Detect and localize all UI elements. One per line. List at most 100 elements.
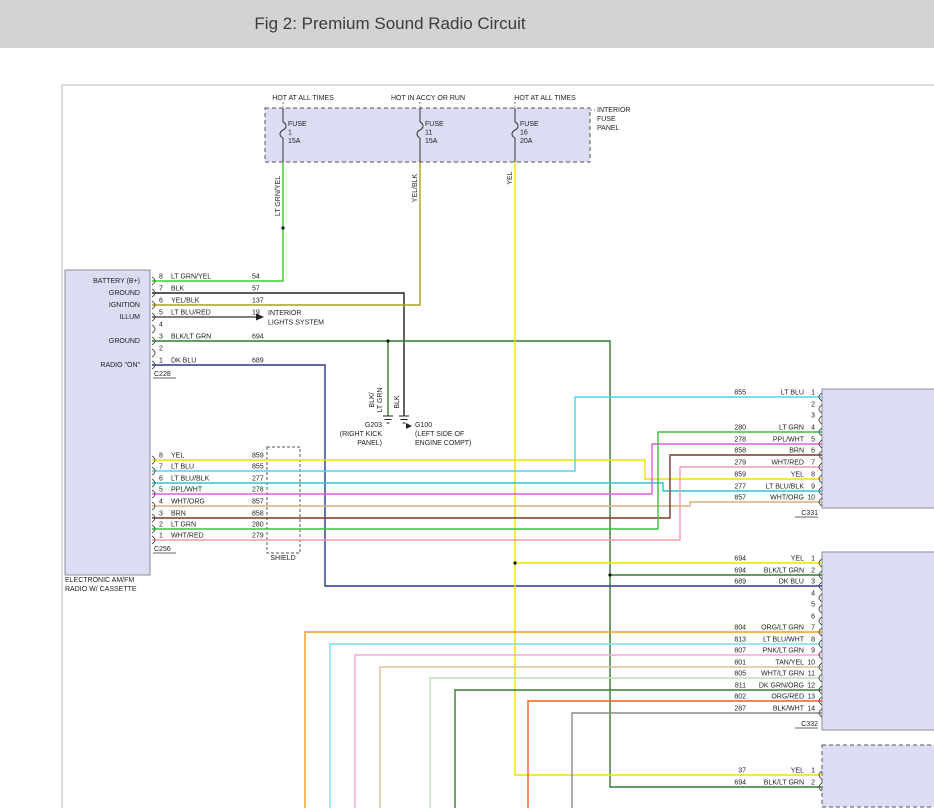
circuit-number: 859: [734, 472, 746, 479]
circuit-number: 694: [734, 568, 746, 575]
wire: [330, 644, 822, 808]
pin-function-label: GROUND: [109, 338, 140, 345]
wire-color-label: BRN: [171, 511, 186, 518]
wire-color-label: PNK/LT GRN: [763, 648, 804, 655]
vertical-wire-label: LT GRN/YEL: [275, 176, 282, 216]
fuse-rating: 15A: [288, 138, 301, 145]
wire-color-label: WHT/ORG: [770, 495, 804, 502]
pin-number: 2: [811, 780, 815, 787]
pin-number: 6: [159, 476, 163, 483]
pin-number: 4: [159, 499, 163, 506]
pin-number: 7: [159, 286, 163, 293]
circuit-number: 802: [734, 694, 746, 701]
pin-number: 10: [807, 660, 815, 667]
wire-color-label: LT BLU/WHT: [763, 637, 805, 644]
circuit-number: 689: [252, 358, 264, 365]
fuse-name: FUSE: [520, 121, 539, 128]
location-arrow-icon: [406, 423, 412, 429]
pin-number: 1: [159, 533, 163, 540]
circuit-number: 279: [252, 533, 264, 540]
pin-number: 1: [159, 358, 163, 365]
wire-color-label: DK BLU: [779, 579, 804, 586]
interior-lights-note: LIGHTS SYSTEM: [268, 320, 324, 327]
pin-number: 7: [811, 625, 815, 632]
pin-number: 9: [811, 484, 815, 491]
circuit-number: 804: [734, 625, 746, 632]
pin-function-label: RADIO "ON": [100, 362, 140, 369]
fuse-panel-label: PANEL: [597, 125, 620, 132]
wire-color-label: LT BLU: [171, 464, 194, 471]
pin-number: 8: [159, 453, 163, 460]
bottom-connector-block: [822, 745, 934, 807]
fuse-panel-label: INTERIOR: [597, 107, 630, 114]
connector-label: C332: [801, 721, 818, 728]
fuse-number: 16: [520, 130, 528, 137]
fuse-panel-label: FUSE: [597, 116, 616, 123]
ground-location: ENGINE COMPT): [415, 440, 471, 447]
circuit-number: 277: [252, 476, 264, 483]
pin-number: 12: [807, 683, 815, 690]
pin-number: 3: [159, 511, 163, 518]
circuit-number: 277: [734, 484, 746, 491]
ground-label: G100: [415, 422, 432, 429]
connector-label: C228: [154, 371, 171, 378]
circuit-number: 855: [734, 390, 746, 397]
circuit-number: 37: [738, 768, 746, 775]
circuit-number: 694: [734, 780, 746, 787]
c331-block: [822, 389, 934, 508]
circuit-number: 278: [734, 437, 746, 444]
wire-color-label: TAN/YEL: [775, 660, 804, 667]
pin-number: 6: [811, 614, 815, 621]
wire-color-label: YEL: [791, 556, 804, 563]
ground-location: (LEFT SIDE OF: [415, 431, 464, 438]
wire: [152, 341, 822, 787]
vertical-wire-label: YEL/BLK: [412, 173, 419, 202]
junction-dot: [608, 573, 611, 576]
pin-number: 1: [811, 556, 815, 563]
hot-label: HOT AT ALL TIMES: [514, 95, 576, 102]
pin-number: 2: [811, 568, 815, 575]
pin-number: 2: [811, 402, 815, 409]
wire-color-label: YEL: [791, 472, 804, 479]
wire-color-label: YEL: [791, 768, 804, 775]
wire-color-label: LT BLU: [781, 390, 804, 397]
pin-number: 4: [811, 425, 815, 432]
pin-number: 10: [807, 495, 815, 502]
wire-color-label: BRN: [789, 448, 804, 455]
circuit-number: 694: [252, 334, 264, 341]
fuse-name: FUSE: [425, 121, 444, 128]
wire-color-label: BLK/LT GRN: [764, 780, 804, 787]
wire-color-label: WHT/ORG: [171, 499, 205, 506]
pin-number: 3: [159, 334, 163, 341]
interior-lights-note: INTERIOR: [268, 310, 301, 317]
circuit-number: 857: [252, 499, 264, 506]
circuit-number: 57: [252, 286, 260, 293]
wire-color-label: YEL/BLK: [171, 298, 200, 305]
circuit-number: 857: [734, 495, 746, 502]
hot-label: HOT AT ALL TIMES: [272, 95, 334, 102]
wire: [152, 162, 420, 305]
pin-number: 5: [811, 437, 815, 444]
wire-color-label: LT GRN: [779, 425, 804, 432]
vertical-wire-label: BLK: [394, 395, 401, 409]
circuit-number: 858: [252, 511, 264, 518]
pin-number: 11: [808, 671, 815, 678]
wire: [455, 690, 822, 808]
pin-number: 7: [811, 460, 815, 467]
connector-label: C331: [801, 510, 818, 517]
pin-bracket: [152, 349, 155, 357]
radio-name-label: RADIO W/ CASSETTE: [65, 586, 137, 593]
circuit-number: 287: [734, 706, 746, 713]
pin-number: 2: [159, 346, 163, 353]
pin-number: 6: [811, 448, 815, 455]
wire-color-label: WHT/LT GRN: [761, 671, 804, 678]
wire-color-label: DK GRN/ORG: [759, 683, 804, 690]
shield-label: SHIELD: [270, 555, 295, 562]
fuse-rating: 20A: [520, 138, 533, 145]
circuit-number: 807: [734, 648, 746, 655]
c332-block: [822, 552, 934, 730]
pin-number: 8: [811, 472, 815, 479]
radio-name-label: ELECTRONIC AM/FM: [65, 577, 134, 584]
circuit-number: 858: [734, 448, 746, 455]
circuit-number: 859: [252, 453, 264, 460]
